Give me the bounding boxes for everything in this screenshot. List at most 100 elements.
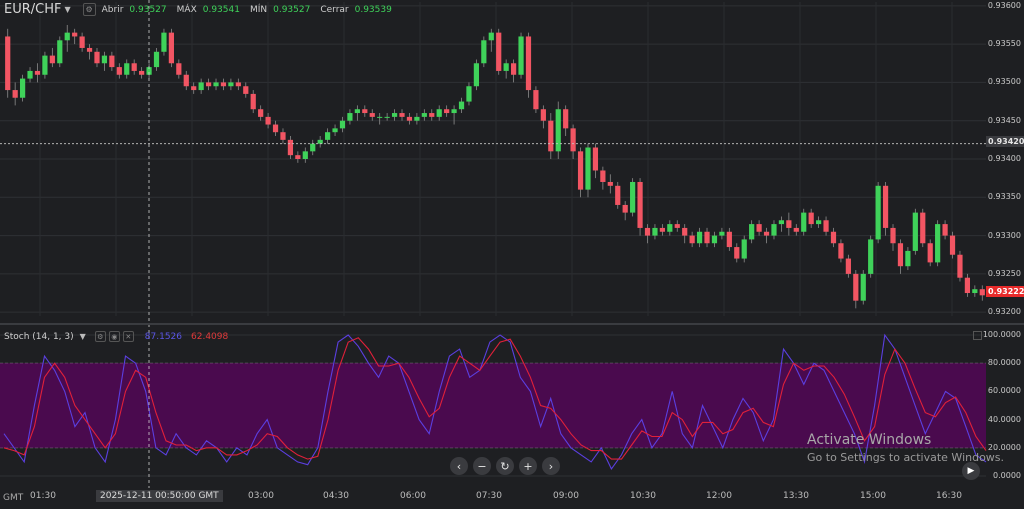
candle — [667, 220, 673, 236]
watermark-title: Activate Windows — [807, 432, 932, 448]
candle — [481, 36, 487, 68]
symbol-selector[interactable]: EUR/CHF ▼ — [4, 2, 71, 17]
maximize-pane-icon[interactable] — [973, 331, 982, 340]
candle — [302, 147, 308, 163]
candle — [354, 105, 360, 121]
visibility-icon[interactable]: ◉ — [108, 331, 120, 342]
candle — [421, 109, 427, 121]
y-tick-label: 60.0000 — [987, 386, 1021, 396]
y-tick-label: 0.93600 — [987, 0, 1021, 10]
candle — [466, 82, 472, 106]
candle — [161, 28, 167, 56]
candle — [726, 227, 732, 251]
candle — [868, 235, 874, 278]
candle — [503, 59, 509, 79]
candle — [488, 28, 494, 52]
y-tick-label: 80.0000 — [987, 358, 1021, 368]
candle — [696, 227, 703, 248]
candle — [778, 216, 785, 232]
x-tick-label: 13:30 — [783, 491, 809, 501]
candle — [927, 239, 933, 267]
candle — [875, 181, 881, 244]
candle — [823, 216, 829, 236]
y-tick-label: 0.93550 — [987, 39, 1021, 49]
candle — [49, 47, 55, 68]
candle — [101, 51, 108, 71]
candle — [525, 32, 532, 98]
settings-icon[interactable]: ⚙ — [94, 331, 106, 342]
chevron-left-icon[interactable]: ‹ — [450, 457, 468, 475]
settings-icon[interactable]: ⚙ — [82, 3, 96, 16]
candle — [473, 59, 480, 91]
candle — [577, 147, 584, 198]
d-value: 62.4098 — [191, 331, 229, 342]
candle — [27, 67, 33, 83]
candle — [310, 139, 316, 156]
candle — [72, 28, 78, 45]
candle — [42, 51, 48, 79]
candle — [585, 143, 591, 198]
x-tick-label: 16:30 — [936, 491, 962, 501]
candle — [652, 224, 658, 240]
chevron-down-icon[interactable]: ▼ — [80, 332, 86, 341]
candle — [763, 227, 770, 244]
candle — [384, 113, 390, 121]
zoom-out-icon[interactable]: − — [473, 457, 491, 475]
candle — [964, 273, 971, 297]
candle — [458, 97, 465, 114]
candle — [34, 63, 41, 83]
candle — [436, 105, 442, 121]
candle — [168, 28, 174, 68]
candle — [19, 74, 26, 102]
candle — [942, 220, 948, 240]
candle — [555, 101, 561, 159]
candle — [912, 208, 918, 255]
candle — [153, 47, 160, 71]
candle — [637, 178, 643, 236]
candle — [176, 59, 182, 79]
candle — [139, 67, 145, 79]
candle — [79, 32, 85, 52]
candle — [243, 82, 249, 98]
reset-icon[interactable]: ↻ — [496, 457, 514, 475]
candle — [979, 285, 985, 301]
candle — [689, 231, 695, 248]
candle — [287, 136, 294, 159]
y-tick-label: 0.93400 — [987, 154, 1021, 163]
candle — [406, 113, 413, 125]
scroll-to-realtime-icon[interactable]: ▶ — [962, 462, 980, 480]
candle — [57, 36, 63, 68]
candle — [615, 181, 621, 209]
candle — [897, 239, 904, 274]
watermark-subtitle: Go to Settings to activate Windows. — [807, 451, 1005, 464]
candle — [540, 105, 546, 129]
y-tick-label: 0.93350 — [987, 192, 1021, 202]
candle — [131, 59, 137, 75]
candle — [377, 113, 383, 125]
x-tick-label: 06:00 — [400, 491, 426, 501]
x-tick-label: 12:00 — [706, 491, 732, 501]
candle — [592, 143, 599, 179]
x-tick-label: 15:00 — [860, 491, 886, 501]
x-tick-label: 01:30 — [30, 491, 56, 501]
candle — [510, 59, 517, 83]
candle — [496, 28, 502, 75]
close-icon[interactable]: ✕ — [122, 331, 134, 342]
x-tick-label: 10:30 — [630, 491, 656, 501]
chevron-right-icon[interactable]: › — [542, 457, 560, 475]
candle — [183, 70, 189, 91]
candle — [957, 250, 963, 282]
candle — [704, 227, 710, 248]
candle — [882, 181, 889, 236]
candle — [347, 109, 353, 125]
candle — [607, 174, 613, 194]
indicator-name[interactable]: Stoch (14, 1, 3) — [4, 332, 74, 342]
zoom-in-icon[interactable]: + — [519, 457, 537, 475]
x-tick-label: 04:30 — [323, 491, 349, 501]
k-value: 87.1526 — [144, 331, 183, 342]
candle — [5, 28, 11, 98]
timezone-label[interactable]: GMT — [3, 493, 23, 503]
candle — [741, 235, 747, 263]
candle — [935, 220, 941, 267]
y-tick-label: 40.0000 — [987, 414, 1021, 424]
